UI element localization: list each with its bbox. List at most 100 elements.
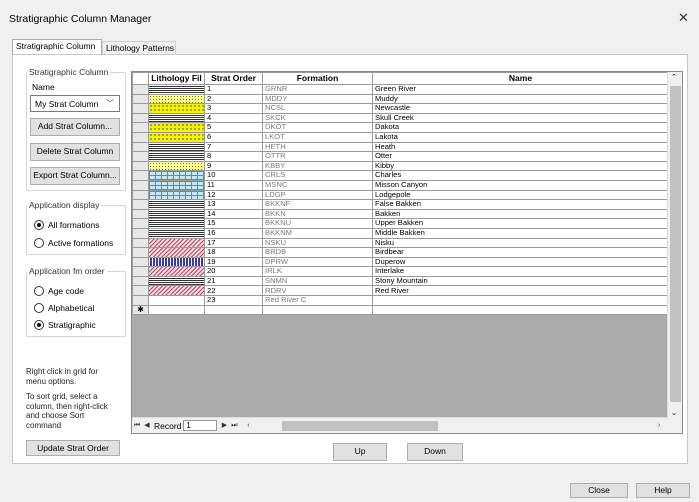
strat-order-cell[interactable]: 5: [204, 122, 263, 133]
lithology-cell[interactable]: [148, 295, 205, 306]
empty-cell[interactable]: [262, 304, 373, 316]
table-row[interactable]: 12 LDGP Lodgepole: [132, 189, 669, 201]
row-selector[interactable]: [132, 256, 149, 268]
lithology-cell[interactable]: [148, 256, 205, 268]
strat-order-cell[interactable]: 15: [204, 218, 263, 229]
row-selector-header[interactable]: [132, 72, 149, 85]
formation-cell[interactable]: DPRW: [262, 256, 373, 268]
strat-order-cell[interactable]: 1: [204, 84, 263, 95]
formation-cell[interactable]: KBBY: [262, 160, 373, 172]
lithology-cell[interactable]: [148, 84, 205, 95]
table-row[interactable]: 8 OTTR Otter: [132, 151, 669, 162]
horizontal-scroll-thumb[interactable]: [282, 421, 438, 431]
help-button[interactable]: Help: [636, 483, 690, 498]
empty-cell[interactable]: [204, 304, 263, 316]
delete-strat-column-button[interactable]: Delete Strat Column: [30, 143, 120, 161]
row-selector[interactable]: [132, 295, 149, 306]
table-row[interactable]: 2 MDDY Muddy: [132, 93, 669, 105]
lithology-cell[interactable]: [148, 227, 205, 239]
name-cell[interactable]: Lakota: [372, 131, 669, 143]
lithology-cell[interactable]: [148, 93, 205, 105]
row-selector[interactable]: [132, 189, 149, 201]
lithology-cell[interactable]: [148, 237, 205, 249]
strat-order-cell[interactable]: 12: [204, 189, 263, 201]
name-cell[interactable]: Stony Mountain: [372, 275, 669, 287]
vertical-scrollbar[interactable]: ⌃ ⌄: [667, 72, 682, 433]
header-strat-order[interactable]: Strat Order: [204, 72, 263, 85]
row-selector[interactable]: [132, 208, 149, 220]
formation-grid[interactable]: Lithology Fil Strat Order Formation Name…: [131, 71, 683, 434]
formation-cell[interactable]: SNMN: [262, 275, 373, 287]
formation-cell[interactable]: LKOT: [262, 131, 373, 143]
header-lithology[interactable]: Lithology Fil: [148, 72, 205, 85]
lithology-cell[interactable]: [148, 285, 205, 297]
formation-cell[interactable]: LDGP: [262, 189, 373, 201]
name-cell[interactable]: Newcastle: [372, 103, 669, 114]
scroll-up-icon[interactable]: ⌃: [671, 73, 677, 81]
formation-cell[interactable]: BKKNF: [262, 199, 373, 210]
lithology-cell[interactable]: [148, 151, 205, 162]
strat-order-cell[interactable]: 20: [204, 266, 263, 277]
table-row[interactable]: 1 GRNR Green River: [132, 84, 669, 95]
strat-order-cell[interactable]: 14: [204, 208, 263, 220]
strat-order-cell[interactable]: 10: [204, 170, 263, 181]
scroll-thumb[interactable]: [670, 86, 681, 402]
formation-cell[interactable]: NCSL: [262, 103, 373, 114]
lithology-cell[interactable]: [148, 208, 205, 220]
update-strat-order-button[interactable]: Update Strat Order: [26, 440, 120, 456]
table-row[interactable]: 21 SNMN Stony Mountain: [132, 275, 669, 287]
next-record-icon[interactable]: ▶: [219, 420, 229, 431]
lithology-cell[interactable]: [148, 199, 205, 210]
strat-column-select[interactable]: My Strat Column ﹀: [30, 95, 120, 112]
lithology-cell[interactable]: [148, 218, 205, 229]
table-row[interactable]: 15 BKKNU Upper Bakken: [132, 218, 669, 229]
name-cell[interactable]: Kibby: [372, 160, 669, 172]
table-row[interactable]: 10 CRLS Charles: [132, 170, 669, 181]
lithology-cell[interactable]: [148, 266, 205, 277]
name-cell[interactable]: Dakota: [372, 122, 669, 133]
lithology-cell[interactable]: [148, 247, 205, 258]
lithology-cell[interactable]: [148, 122, 205, 133]
lithology-cell[interactable]: [148, 131, 205, 143]
formation-cell[interactable]: OTTR: [262, 151, 373, 162]
strat-order-cell[interactable]: 17: [204, 237, 263, 249]
scroll-left-icon[interactable]: ‹: [243, 420, 253, 431]
name-cell[interactable]: Bakken: [372, 208, 669, 220]
lithology-cell[interactable]: [148, 103, 205, 114]
row-selector[interactable]: [132, 275, 149, 287]
name-cell[interactable]: [372, 295, 669, 306]
strat-order-cell[interactable]: 18: [204, 247, 263, 258]
formation-cell[interactable]: BRDB: [262, 247, 373, 258]
name-cell[interactable]: Nisku: [372, 237, 669, 249]
formation-cell[interactable]: DKOT: [262, 122, 373, 133]
row-selector[interactable]: [132, 285, 149, 297]
table-row[interactable]: 11 MSNC Misson Canyon: [132, 179, 669, 191]
strat-order-cell[interactable]: 21: [204, 275, 263, 287]
row-selector[interactable]: [132, 141, 149, 153]
close-icon[interactable]: ✕: [678, 10, 689, 26]
name-cell[interactable]: Birdbear: [372, 247, 669, 258]
new-row[interactable]: ✱: [132, 304, 669, 316]
table-row[interactable]: 23 Red River C: [132, 295, 669, 306]
table-row[interactable]: 18 BRDB Birdbear: [132, 247, 669, 258]
strat-order-cell[interactable]: 8: [204, 151, 263, 162]
strat-order-cell[interactable]: 19: [204, 256, 263, 268]
name-cell[interactable]: Heath: [372, 141, 669, 153]
empty-cell[interactable]: [148, 304, 205, 316]
formation-cell[interactable]: MSNC: [262, 179, 373, 191]
formation-cell[interactable]: NSKU: [262, 237, 373, 249]
strat-order-cell[interactable]: 6: [204, 131, 263, 143]
formation-cell[interactable]: SKCK: [262, 112, 373, 124]
formation-cell[interactable]: Red River C: [262, 295, 373, 306]
name-cell[interactable]: Otter: [372, 151, 669, 162]
strat-order-cell[interactable]: 23: [204, 295, 263, 306]
formation-cell[interactable]: MDDY: [262, 93, 373, 105]
table-row[interactable]: 7 HETH Heath: [132, 141, 669, 153]
row-selector[interactable]: [132, 131, 149, 143]
table-row[interactable]: 9 KBBY Kibby: [132, 160, 669, 172]
table-row[interactable]: 17 NSKU Nisku: [132, 237, 669, 249]
prev-record-icon[interactable]: ◀: [142, 420, 152, 431]
table-row[interactable]: 4 SKCK Skull Creek: [132, 112, 669, 124]
name-cell[interactable]: Muddy: [372, 93, 669, 105]
formation-cell[interactable]: IRLK: [262, 266, 373, 277]
